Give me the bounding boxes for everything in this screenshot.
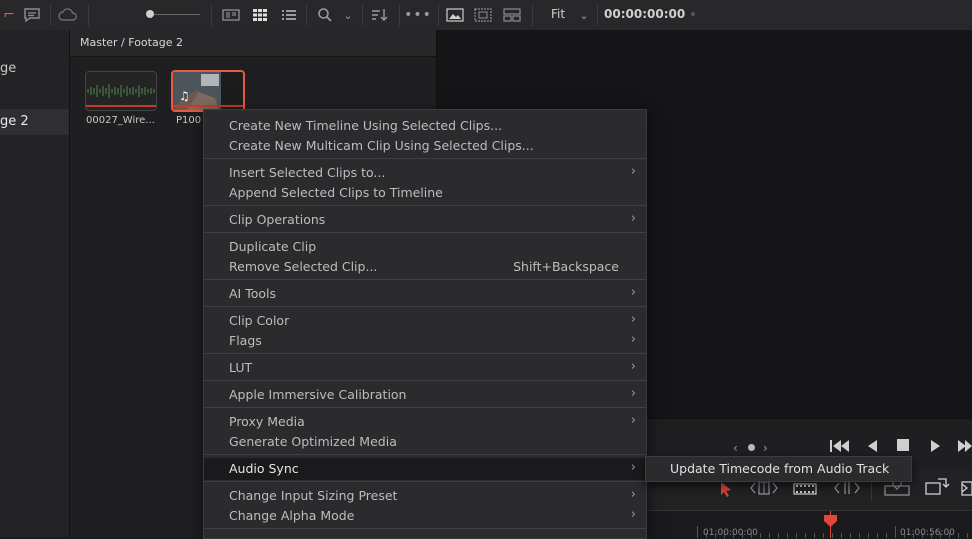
play-icon[interactable] xyxy=(930,438,942,457)
bin-item-footage-2[interactable]: ge 2 xyxy=(0,109,69,135)
clip-label[interactable]: P100 xyxy=(176,115,201,126)
clip-thumbnail-audio[interactable] xyxy=(85,71,157,111)
menu-item-lut[interactable]: LUT › xyxy=(204,358,646,378)
more-options-icon[interactable]: ••• xyxy=(404,5,431,25)
insert-clip-icon[interactable] xyxy=(883,480,911,502)
image-view-icon[interactable] xyxy=(444,5,466,25)
chevron-down-icon[interactable]: ⌄ xyxy=(340,5,356,25)
search-icon[interactable] xyxy=(314,5,336,25)
sort-icon[interactable] xyxy=(369,5,391,25)
menu-item-input-sizing[interactable]: Change Input Sizing Preset › xyxy=(204,486,646,506)
zoom-chevron-down-icon[interactable]: ⌄ xyxy=(576,5,592,25)
chevron-right-icon: › xyxy=(630,285,636,300)
viewer-timecode[interactable]: 00:00:00:00 xyxy=(604,7,685,21)
menu-item-create-timeline[interactable]: Create New Timeline Using Selected Clips… xyxy=(204,116,646,136)
chevron-right-icon: › xyxy=(630,413,636,428)
zoom-slider-track[interactable] xyxy=(154,14,200,15)
menu-item-apple-immersive[interactable]: Apple Immersive Calibration › xyxy=(204,385,646,405)
chevron-right-icon: › xyxy=(630,487,636,502)
safe-area-icon[interactable] xyxy=(472,5,494,25)
menu-item-ai-tools[interactable]: AI Tools › xyxy=(204,284,646,304)
menu-item-alpha-mode[interactable]: Change Alpha Mode › xyxy=(204,506,646,526)
media-pool-header: Master / Footage 2 xyxy=(70,30,436,57)
menu-item-flags[interactable]: Flags › xyxy=(204,331,646,351)
menu-item-audio-sync[interactable]: Audio Sync › xyxy=(204,458,646,480)
clip-thumbnail-video[interactable]: ♫ xyxy=(171,70,245,112)
submenu-item-update-timecode[interactable]: Update Timecode from Audio Track xyxy=(670,461,889,476)
menu-item-append-clips[interactable]: Append Selected Clips to Timeline xyxy=(204,183,646,203)
media-pool-icon[interactable]: ⌐ xyxy=(2,5,16,25)
timeline-ruler[interactable]: 01:00:00:00 01:00:56:00 xyxy=(645,510,972,538)
clip-label[interactable]: 00027_Wire... xyxy=(86,115,155,126)
next-arrow-icon[interactable]: › xyxy=(763,441,768,455)
list-view-icon[interactable] xyxy=(278,5,300,25)
playhead-icon[interactable] xyxy=(823,513,838,532)
slide-tool-icon[interactable] xyxy=(833,480,861,500)
chevron-right-icon: › xyxy=(630,460,636,475)
menu-item-clip-color[interactable]: Clip Color › xyxy=(204,311,646,331)
bin-list: ge ge 2 xyxy=(0,30,70,537)
stop-icon[interactable] xyxy=(897,439,909,451)
zoom-slider-handle[interactable] xyxy=(146,10,154,18)
selection-tool-icon[interactable] xyxy=(719,480,733,502)
clip-context-menu: Create New Timeline Using Selected Clips… xyxy=(203,109,647,539)
compare-icon[interactable] xyxy=(501,5,523,25)
thumbnail-view-icon[interactable] xyxy=(249,5,271,25)
menu-item-optimized-media[interactable]: Generate Optimized Media xyxy=(204,432,646,452)
status-dot-icon xyxy=(691,12,695,16)
overwrite-icon[interactable] xyxy=(960,478,972,502)
jog-dot[interactable] xyxy=(748,444,755,451)
menu-item-clip-operations[interactable]: Clip Operations › xyxy=(204,210,646,230)
cloud-icon[interactable] xyxy=(56,5,80,25)
chevron-right-icon: › xyxy=(630,332,636,347)
menu-item-remove-clip[interactable]: Remove Selected Clip... Shift+Backspace xyxy=(204,257,646,277)
chevron-right-icon: › xyxy=(630,211,636,226)
go-to-start-icon[interactable] xyxy=(829,438,851,457)
menu-item-proxy-media[interactable]: Proxy Media › xyxy=(204,412,646,432)
replace-clip-icon[interactable] xyxy=(924,477,950,501)
film-strip-icon[interactable] xyxy=(793,481,817,500)
bin-item-footage[interactable]: ge xyxy=(0,61,16,76)
menu-item-create-multicam[interactable]: Create New Multicam Clip Using Selected … xyxy=(204,136,646,156)
play-reverse-icon[interactable] xyxy=(866,438,878,457)
metadata-view-icon[interactable] xyxy=(220,5,242,25)
top-toolbar: ⌐ ⌄ ••• Fit ⌄ 00:00:00:00 xyxy=(0,0,972,31)
chevron-right-icon: › xyxy=(630,359,636,374)
chevron-right-icon: › xyxy=(630,164,636,179)
fit-zoom-label[interactable]: Fit xyxy=(551,7,565,21)
chevron-right-icon: › xyxy=(630,386,636,401)
waveform-icon xyxy=(86,72,156,110)
audio-sync-submenu: Update Timecode from Audio Track xyxy=(645,456,912,482)
shortcut-label: Shift+Backspace xyxy=(513,259,619,274)
chevron-right-icon: › xyxy=(630,312,636,327)
music-note-icon: ♫ xyxy=(179,89,190,103)
breadcrumb: Master / Footage 2 xyxy=(80,36,183,49)
menu-item-duplicate-clip[interactable]: Duplicate Clip xyxy=(204,237,646,257)
prev-arrow-icon[interactable]: ‹ xyxy=(733,441,738,455)
chevron-right-icon: › xyxy=(630,507,636,522)
trim-tool-icon[interactable] xyxy=(749,480,779,500)
go-to-end-icon[interactable] xyxy=(957,438,972,457)
menu-item-insert-clips[interactable]: Insert Selected Clips to... › xyxy=(204,163,646,183)
comment-icon[interactable] xyxy=(22,5,42,25)
